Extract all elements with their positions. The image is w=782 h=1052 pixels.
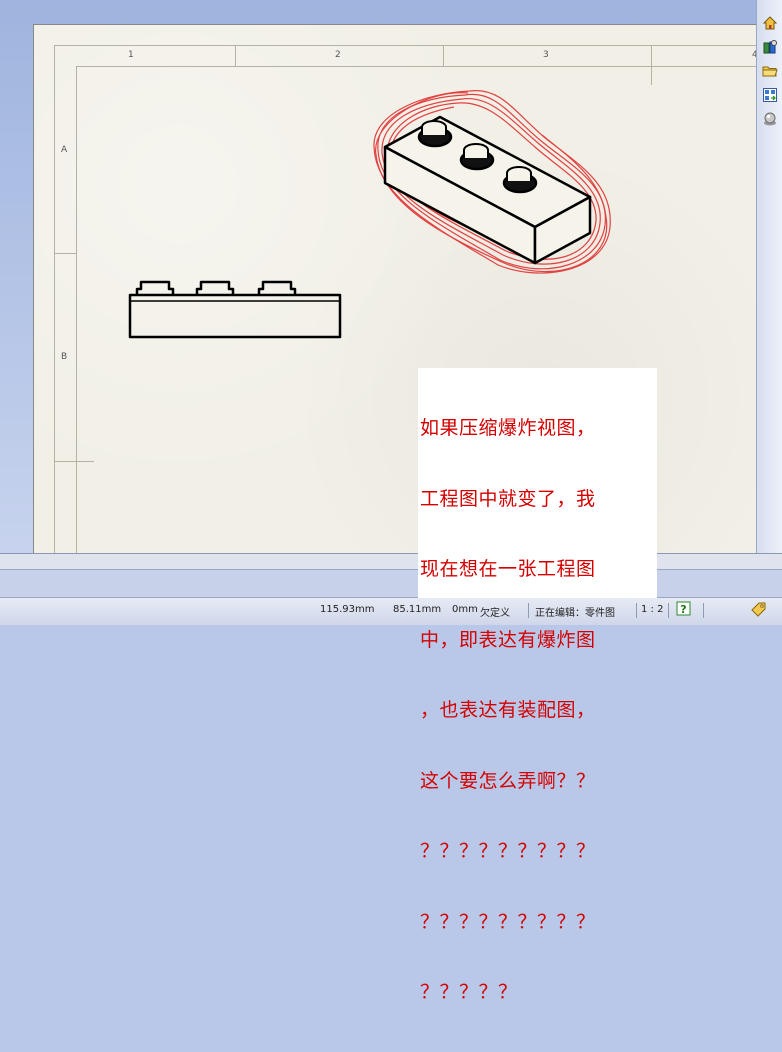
annotation-text: 如果压缩爆炸视图， 工程图中就变了，我 现在想在一张工程图 中，即表达有爆炸图 … <box>420 370 656 1052</box>
help-icon[interactable]: ? <box>676 601 692 620</box>
view-palette-icon[interactable] <box>760 85 780 105</box>
zone-divider <box>54 461 94 462</box>
zone-row-label: B <box>61 352 68 362</box>
zone-column-label: 1 <box>128 50 134 60</box>
zone-column-label: 2 <box>335 50 341 60</box>
front-drawing-view[interactable] <box>125 275 345 345</box>
zone-row-label: A <box>61 145 68 155</box>
svg-text:?: ? <box>680 603 686 616</box>
zone-divider <box>54 253 76 254</box>
zone-divider <box>443 45 444 66</box>
appearance-icon[interactable] <box>760 109 780 129</box>
horizontal-panel <box>0 569 782 598</box>
zone-column-label: 3 <box>543 50 549 60</box>
annotation-line: ？？？？？ <box>420 981 518 1003</box>
annotation-line: ？？？？？？？？？ <box>420 910 596 933</box>
annotation-line: 现在想在一张工程图 <box>420 558 596 580</box>
zone-divider <box>235 45 236 66</box>
annotation-line: 中，即表达有爆炸图 <box>420 628 596 651</box>
design-library-icon[interactable] <box>760 37 780 57</box>
annotation-line: 如果压缩爆炸视图， <box>420 417 596 439</box>
annotation-note: 如果压缩爆炸视图， 工程图中就变了，我 现在想在一张工程图 中，即表达有爆炸图 … <box>418 368 657 1003</box>
sheet-tab-bar[interactable] <box>0 553 782 570</box>
zone-divider <box>651 45 652 85</box>
home-icon[interactable] <box>760 13 780 33</box>
annotation-line: 这个要怎么弄啊？？ <box>420 769 596 792</box>
task-pane-toolbar <box>756 0 782 556</box>
annotation-line: ，也表达有装配图， <box>420 699 596 721</box>
status-separator <box>668 603 669 618</box>
rebuild-tag-icon[interactable] <box>750 601 768 620</box>
open-folder-icon[interactable] <box>760 61 780 81</box>
annotation-line: ？？？？？？？？？ <box>420 840 596 862</box>
annotation-line: 工程图中就变了，我 <box>420 487 596 510</box>
x-coordinate: 115.93mm <box>320 604 375 615</box>
lego-brick-front <box>128 280 342 339</box>
isometric-drawing-view[interactable] <box>370 85 620 285</box>
status-separator <box>703 603 704 618</box>
status-bar: 115.93mm 85.11mm 0mm 欠定义 正在编辑：零件图 1 : 2 … <box>0 597 782 625</box>
